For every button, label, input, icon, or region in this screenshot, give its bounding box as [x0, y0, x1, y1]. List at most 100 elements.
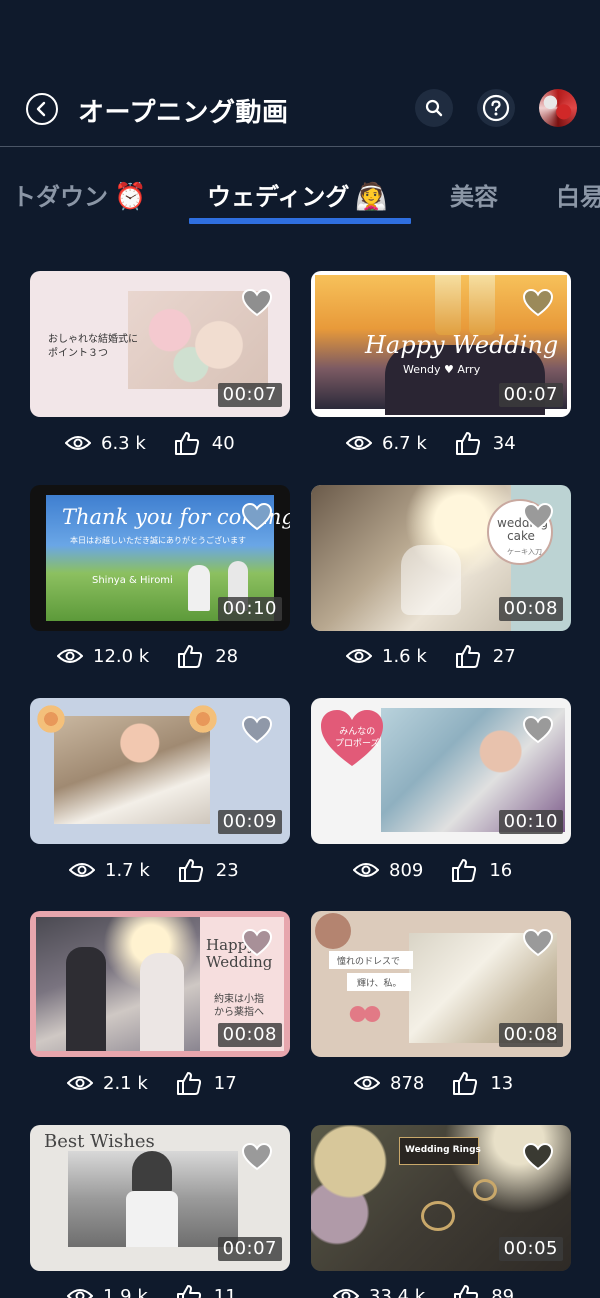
favorite-heart-icon[interactable]: [242, 289, 272, 317]
video-stats: 6.7 k 34: [346, 428, 516, 458]
thumbnail-subcaption: Wendy ♥ Arry: [403, 363, 481, 376]
duration-badge: 00:07: [498, 383, 563, 407]
favorite-heart-icon[interactable]: [523, 503, 553, 531]
video-stats: 33.4 k 89: [333, 1281, 514, 1298]
tab-beauty[interactable]: 美容: [450, 177, 498, 212]
eye-icon: [67, 1289, 93, 1298]
video-stats: 1.6 k 27: [346, 641, 516, 671]
duration-badge: 00:10: [498, 810, 563, 834]
help-button[interactable]: [477, 89, 515, 127]
video-stats: 1.7 k 23: [69, 855, 239, 885]
tab-label: ウェディング: [207, 183, 350, 211]
view-count: 33.4 k: [369, 1285, 426, 1298]
eye-icon: [354, 1076, 380, 1090]
favorite-heart-icon[interactable]: [242, 716, 272, 744]
duration-badge: 00:05: [498, 1237, 563, 1261]
thumbnail-caption: Wedding Rings: [405, 1145, 481, 1155]
user-avatar[interactable]: [539, 89, 577, 127]
video-card[interactable]: Best Wishes 00:07: [30, 1125, 290, 1271]
favorite-heart-icon[interactable]: [523, 716, 553, 744]
video-card[interactable]: 00:09: [30, 698, 290, 844]
like-count: 16: [489, 859, 513, 881]
search-icon: [425, 99, 443, 117]
video-card[interactable]: おしゃれな結婚式に ポイント３つ 00:07: [30, 271, 290, 417]
bride-icon: 👰: [355, 182, 388, 212]
tab-label: トダウン: [12, 183, 108, 211]
back-button[interactable]: [26, 93, 58, 125]
duration-badge: 00:08: [498, 1023, 563, 1047]
like-count: 34: [492, 432, 516, 454]
video-card[interactable]: Happy Wedding 約束は小指 から薬指へ 00:08: [30, 911, 290, 1057]
favorite-heart-icon[interactable]: [242, 1143, 272, 1171]
view-count: 1.9 k: [103, 1285, 148, 1298]
like-count: 89: [491, 1285, 515, 1298]
eye-icon: [346, 436, 372, 450]
favorite-heart-icon[interactable]: [242, 929, 272, 957]
video-card[interactable]: wedding cake ケーキ入刀 00:08: [311, 485, 571, 631]
view-count: 1.7 k: [105, 859, 150, 881]
favorite-heart-icon[interactable]: [523, 289, 553, 317]
video-card[interactable]: みんなの プロポーズ 00:10: [311, 698, 571, 844]
thumbnail-names: Shinya & Hiromi: [92, 575, 173, 586]
thumbs-up-icon[interactable]: [455, 430, 481, 456]
favorite-heart-icon[interactable]: [523, 929, 553, 957]
thumbs-up-icon[interactable]: [452, 1070, 478, 1096]
tab-next[interactable]: 白易: [556, 177, 600, 212]
eye-icon: [69, 863, 95, 877]
video-stats: 6.3 k 40: [65, 428, 235, 458]
duration-badge: 00:08: [498, 597, 563, 621]
thumbnail-image: [54, 716, 210, 824]
view-count: 1.6 k: [382, 645, 427, 667]
eye-icon: [353, 863, 379, 877]
tab-countdown[interactable]: トダウン ⏰: [12, 177, 146, 212]
video-stats: 878 13: [354, 1068, 513, 1098]
thumbnail-subcaption: 輝け、私。: [357, 979, 402, 989]
duration-badge: 00:09: [217, 810, 282, 834]
eye-icon: [65, 436, 91, 450]
eye-icon: [333, 1289, 359, 1298]
help-circle-icon: [482, 94, 510, 122]
duration-badge: 00:08: [217, 1023, 282, 1047]
video-stats: 809 16: [353, 855, 512, 885]
duration-badge: 00:07: [217, 1237, 282, 1261]
favorite-heart-icon[interactable]: [523, 1143, 553, 1171]
view-count: 878: [390, 1072, 425, 1094]
thumbs-up-icon[interactable]: [176, 1283, 202, 1298]
like-count: 11: [213, 1285, 237, 1298]
eye-icon: [67, 1076, 93, 1090]
thumbnail-image: [311, 485, 511, 631]
category-tabs: トダウン ⏰ ウェディング 👰 美容 白易: [0, 147, 600, 227]
thumbs-up-icon[interactable]: [453, 1283, 479, 1298]
thumbnail-subcaption: ケーキ入刀: [507, 548, 542, 556]
page-title: オープニング動画: [78, 98, 289, 128]
thumbnail-image: [36, 917, 200, 1051]
thumbs-up-icon[interactable]: [174, 430, 200, 456]
like-count: 40: [211, 432, 235, 454]
search-button[interactable]: [415, 89, 453, 127]
video-card[interactable]: Happy Wedding Wendy ♥ Arry 00:07: [311, 271, 571, 417]
favorite-heart-icon[interactable]: [242, 503, 272, 531]
video-card[interactable]: Thank you for coming 本日はお越しいただき誠にありがとうござ…: [30, 485, 290, 631]
video-card[interactable]: 憧れのドレスで 輝け、私。 00:08: [311, 911, 571, 1057]
duration-badge: 00:10: [217, 597, 282, 621]
thumbs-up-icon[interactable]: [177, 643, 203, 669]
view-count: 12.0 k: [93, 645, 150, 667]
thumbs-up-icon[interactable]: [178, 857, 204, 883]
thumbs-up-icon[interactable]: [455, 643, 481, 669]
thumbnail-image: [68, 1151, 238, 1247]
thumbnail-caption: Happy Wedding: [365, 331, 559, 359]
thumbs-up-icon[interactable]: [176, 1070, 202, 1096]
view-count: 6.7 k: [382, 432, 427, 454]
view-count: 2.1 k: [103, 1072, 148, 1094]
view-count: 809: [389, 859, 424, 881]
like-count: 28: [215, 645, 239, 667]
alarm-clock-icon: ⏰: [114, 182, 147, 212]
thumbs-up-icon[interactable]: [451, 857, 477, 883]
duration-badge: 00:07: [217, 383, 282, 407]
eye-icon: [346, 649, 372, 663]
eye-icon: [57, 649, 83, 663]
video-card[interactable]: Wedding Rings 00:05: [311, 1125, 571, 1271]
tab-wedding[interactable]: ウェディング 👰: [207, 177, 388, 212]
like-count: 17: [213, 1072, 237, 1094]
tab-label: 白易: [556, 183, 600, 211]
